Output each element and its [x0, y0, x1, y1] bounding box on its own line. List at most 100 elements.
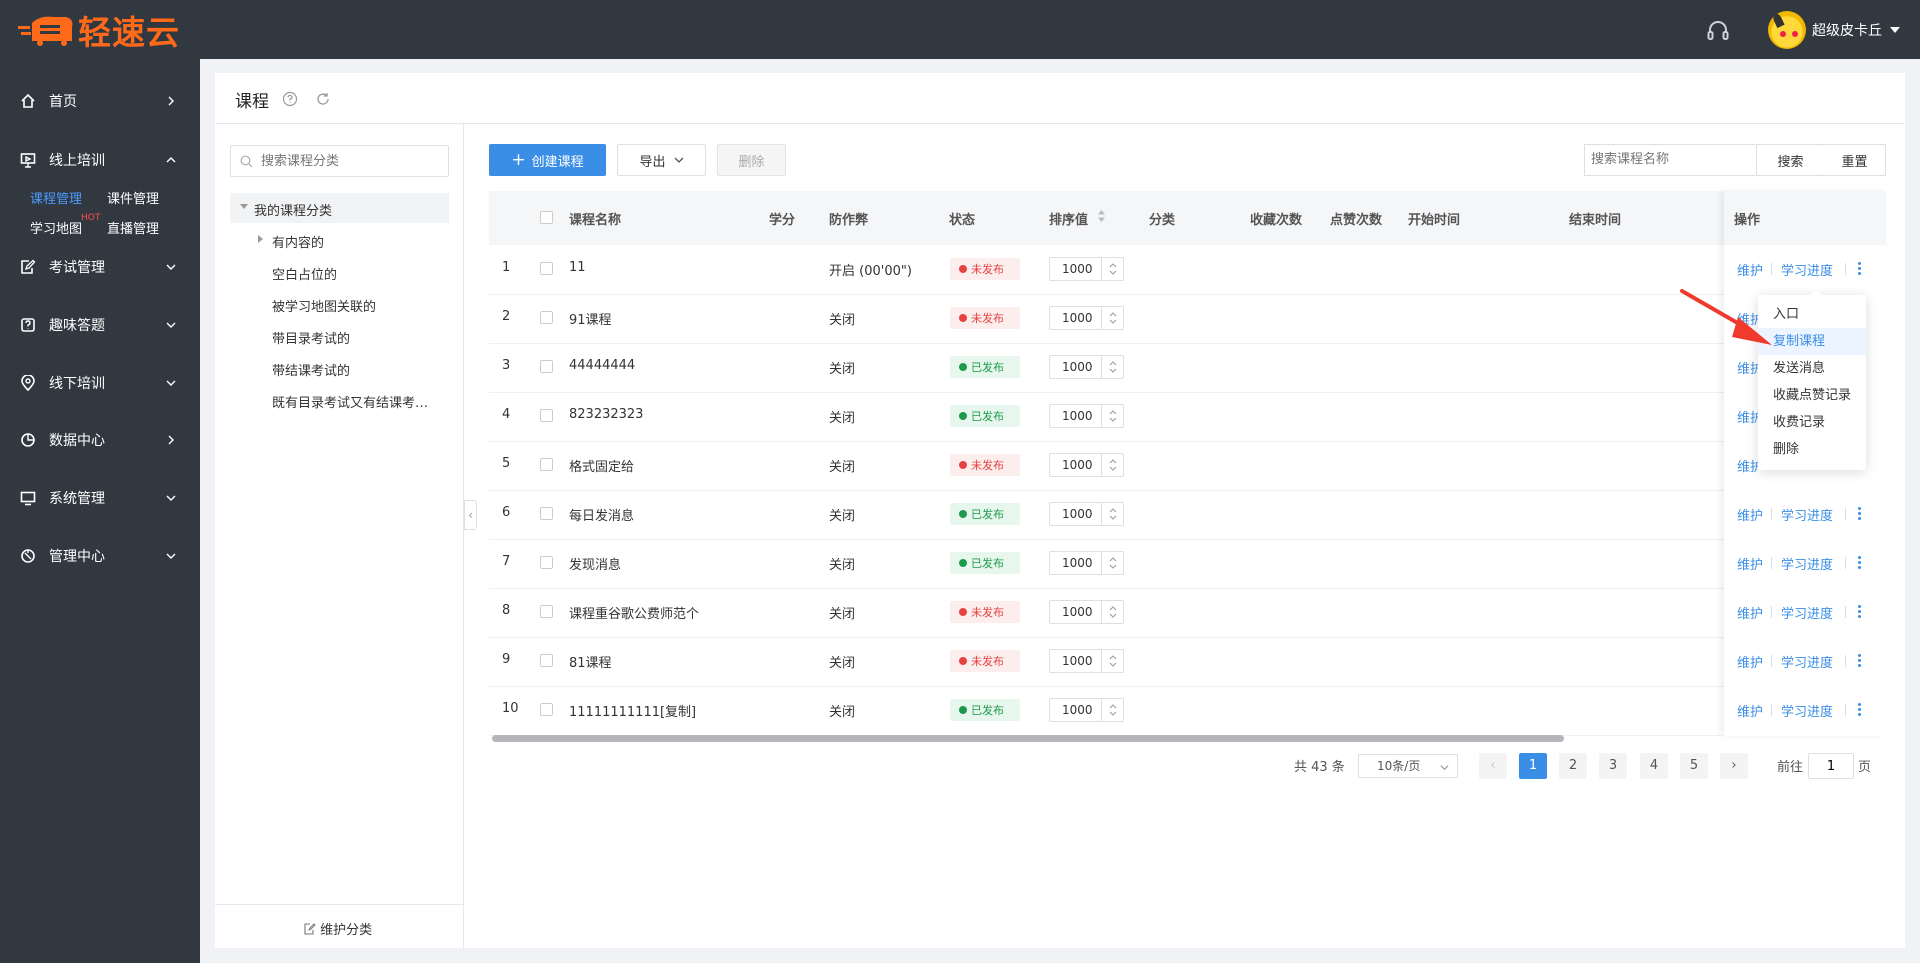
- course-search-input[interactable]: [1584, 144, 1756, 176]
- sidebar-item-online-training[interactable]: 线上培训: [0, 140, 200, 180]
- more-vertical-icon[interactable]: [1858, 556, 1862, 570]
- page-button-3[interactable]: 3: [1599, 753, 1627, 779]
- sort-value-stepper[interactable]: 1000: [1049, 502, 1124, 526]
- maintain-link[interactable]: 维护: [1737, 407, 1758, 426]
- sort-value-stepper[interactable]: 1000: [1049, 551, 1124, 575]
- tree-node[interactable]: 带目录考试的: [272, 328, 350, 347]
- page-button-5[interactable]: 5: [1680, 753, 1708, 779]
- sidebar-item-system-manage[interactable]: 系统管理: [0, 478, 200, 518]
- menu-item-fee-records[interactable]: 收费记录: [1758, 409, 1866, 436]
- sidebar-item-exam-manage[interactable]: 考试管理: [0, 247, 200, 287]
- stepper-arrows-icon[interactable]: [1101, 503, 1123, 525]
- stepper-arrows-icon[interactable]: [1101, 699, 1123, 721]
- stepper-arrows-icon[interactable]: [1101, 454, 1123, 476]
- category-search-field[interactable]: [261, 152, 441, 170]
- menu-item-delete[interactable]: 删除: [1758, 436, 1866, 463]
- sort-value-stepper[interactable]: 1000: [1049, 600, 1124, 624]
- tree-node[interactable]: 带结课考试的: [272, 360, 350, 379]
- tree-node[interactable]: 既有目录考试又有结课考…: [272, 392, 428, 411]
- sidebar-item-live-manage[interactable]: 直播管理: [107, 218, 159, 237]
- stepper-arrows-icon[interactable]: [1101, 552, 1123, 574]
- search-button[interactable]: 搜索: [1756, 144, 1825, 176]
- sort-value-stepper[interactable]: 1000: [1049, 649, 1124, 673]
- sidebar-item-data-center[interactable]: 数据中心: [0, 420, 200, 460]
- maintain-link[interactable]: 维护: [1737, 358, 1758, 377]
- stepper-arrows-icon[interactable]: [1101, 601, 1123, 623]
- course-search-field[interactable]: [1591, 145, 1751, 173]
- stepper-arrows-icon[interactable]: [1101, 356, 1123, 378]
- page-button-4[interactable]: 4: [1640, 753, 1668, 779]
- more-vertical-icon[interactable]: [1858, 605, 1862, 619]
- select-all-checkbox[interactable]: [540, 211, 553, 224]
- sidebar-item-fun-quiz[interactable]: 趣味答题: [0, 305, 200, 345]
- learning-progress-link[interactable]: 学习进度: [1781, 554, 1833, 573]
- maintain-link[interactable]: 维护: [1737, 554, 1763, 573]
- caret-right-icon[interactable]: [258, 235, 263, 243]
- sort-value-stepper[interactable]: 1000: [1049, 306, 1124, 330]
- learning-progress-link[interactable]: 学习进度: [1781, 652, 1833, 671]
- maintain-link[interactable]: 维护: [1737, 701, 1763, 720]
- more-vertical-icon[interactable]: [1858, 507, 1862, 521]
- row-checkbox[interactable]: [540, 605, 553, 618]
- row-checkbox[interactable]: [540, 311, 553, 324]
- row-checkbox[interactable]: [540, 262, 553, 275]
- maintain-link[interactable]: 维护: [1737, 652, 1763, 671]
- caret-down-icon[interactable]: [240, 204, 248, 209]
- learning-progress-link[interactable]: 学习进度: [1781, 505, 1833, 524]
- page-button-2[interactable]: 2: [1559, 753, 1587, 779]
- sidebar-item-learning-map[interactable]: 学习地图: [30, 218, 82, 237]
- sort-value-stepper[interactable]: 1000: [1049, 698, 1124, 722]
- menu-item-send-message[interactable]: 发送消息: [1758, 355, 1866, 382]
- horizontal-scrollbar[interactable]: [492, 735, 1564, 742]
- maintain-category-button[interactable]: 维护分类: [304, 919, 372, 938]
- create-course-button[interactable]: + 创建课程: [489, 144, 606, 176]
- headset-icon[interactable]: [1706, 19, 1730, 43]
- more-vertical-icon[interactable]: [1858, 654, 1862, 668]
- next-page-button[interactable]: ›: [1720, 753, 1748, 779]
- row-checkbox[interactable]: [540, 360, 553, 373]
- learning-progress-link[interactable]: 学习进度: [1781, 701, 1833, 720]
- row-checkbox[interactable]: [540, 507, 553, 520]
- tree-node[interactable]: 空白占位的: [272, 264, 337, 283]
- more-vertical-icon[interactable]: [1858, 703, 1862, 717]
- row-checkbox[interactable]: [540, 556, 553, 569]
- prev-page-button[interactable]: ‹: [1479, 753, 1507, 779]
- goto-page-input[interactable]: [1808, 753, 1854, 779]
- row-checkbox[interactable]: [540, 409, 553, 422]
- sort-icon[interactable]: [1097, 209, 1106, 223]
- learning-progress-link[interactable]: 学习进度: [1781, 603, 1833, 622]
- sort-value-stepper[interactable]: 1000: [1049, 453, 1124, 477]
- maintain-link[interactable]: 维护: [1737, 603, 1763, 622]
- learning-progress-link[interactable]: 学习进度: [1781, 260, 1833, 279]
- page-size-select[interactable]: 10条/页: [1358, 754, 1458, 778]
- sidebar-item-home[interactable]: 首页: [0, 81, 200, 121]
- menu-item-fav-like-records[interactable]: 收藏点赞记录: [1758, 382, 1866, 409]
- category-search-input[interactable]: [230, 145, 449, 177]
- stepper-arrows-icon[interactable]: [1101, 405, 1123, 427]
- maintain-link[interactable]: 维护: [1737, 456, 1758, 475]
- page-button-1[interactable]: 1: [1519, 753, 1547, 779]
- reset-button[interactable]: 重置: [1824, 144, 1886, 176]
- more-vertical-icon[interactable]: [1858, 262, 1862, 276]
- row-checkbox[interactable]: [540, 654, 553, 667]
- delete-button[interactable]: 删除: [717, 144, 786, 176]
- maintain-link[interactable]: 维护: [1737, 260, 1763, 279]
- row-checkbox[interactable]: [540, 458, 553, 471]
- refresh-icon[interactable]: [315, 91, 331, 107]
- sidebar-item-course-manage[interactable]: 课程管理: [30, 188, 82, 207]
- sidebar-item-offline-training[interactable]: 线下培训: [0, 363, 200, 403]
- sort-value-stepper[interactable]: 1000: [1049, 355, 1124, 379]
- chevron-down-icon[interactable]: [1890, 27, 1900, 33]
- sort-value-stepper[interactable]: 1000: [1049, 404, 1124, 428]
- help-icon[interactable]: [282, 91, 298, 107]
- tree-root[interactable]: 我的课程分类: [230, 193, 449, 223]
- stepper-arrows-icon[interactable]: [1101, 258, 1123, 280]
- sidebar-item-courseware-manage[interactable]: 课件管理: [107, 188, 159, 207]
- tree-node[interactable]: 有内容的: [272, 232, 324, 251]
- sort-value-stepper[interactable]: 1000: [1049, 257, 1124, 281]
- avatar[interactable]: [1768, 11, 1806, 49]
- sidebar-item-admin-center[interactable]: 管理中心: [0, 536, 200, 576]
- username[interactable]: 超级皮卡丘: [1812, 20, 1882, 40]
- tree-node[interactable]: 被学习地图关联的: [272, 296, 376, 315]
- row-checkbox[interactable]: [540, 703, 553, 716]
